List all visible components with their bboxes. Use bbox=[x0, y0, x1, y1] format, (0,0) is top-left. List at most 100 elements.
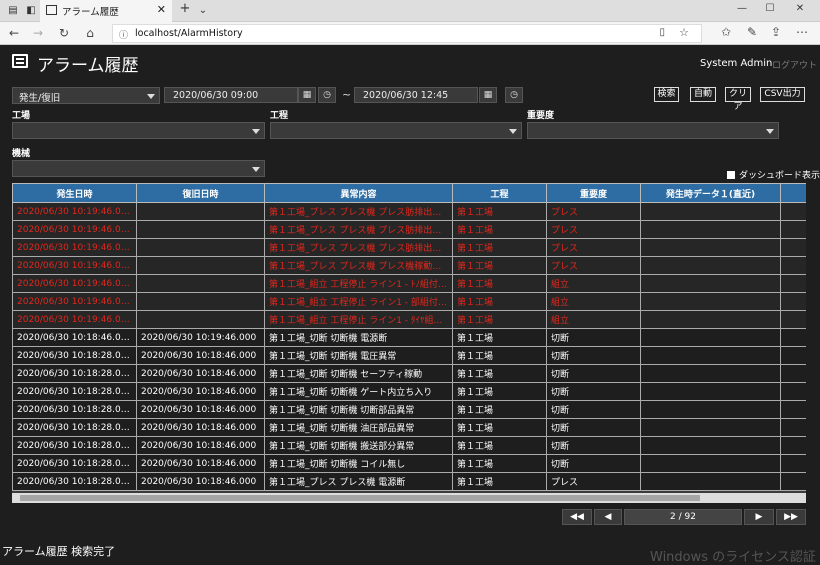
horizontal-scrollbar[interactable] bbox=[12, 493, 806, 503]
table-row[interactable]: 2020/06/30 10:19:46.000 第１工場_組立 工程停止 ライン1… bbox=[12, 310, 806, 329]
column-header[interactable]: 異常内容 bbox=[264, 183, 453, 203]
table-row[interactable]: 2020/06/30 10:18:28.000 2020/06/30 10:18:… bbox=[12, 364, 806, 383]
auto-button[interactable]: 自動 bbox=[690, 87, 716, 102]
maximize-icon[interactable]: ☐ bbox=[760, 3, 780, 14]
column-header[interactable]: 復旧日時 bbox=[136, 183, 265, 203]
table-row[interactable]: 2020/06/30 10:18:28.000 2020/06/30 10:18:… bbox=[12, 418, 806, 437]
status-text: アラーム履歴 検索完了 bbox=[2, 545, 116, 558]
date-from-value: 2020/06/30 09:00 bbox=[173, 90, 259, 101]
table-cell bbox=[640, 382, 781, 401]
csv-export-button[interactable]: CSV出力 bbox=[760, 87, 805, 102]
table-cell: 2020/06/30 10:18:46.000 bbox=[136, 418, 265, 437]
close-tab-icon[interactable]: ✕ bbox=[157, 3, 166, 16]
reading-view-icon[interactable]: ▯ bbox=[659, 27, 665, 38]
table-cell: 切断 bbox=[546, 400, 641, 419]
table-row[interactable]: 2020/06/30 10:19:46.000 第１工場_プレス プレス機 プレス… bbox=[12, 220, 806, 239]
table-cell: 2020/06/30 10:19:46.000 bbox=[12, 220, 137, 239]
table-row[interactable]: 2020/06/30 10:19:46.000 第１工場_組立 工程停止 ライン1… bbox=[12, 274, 806, 293]
minimize-icon[interactable]: — bbox=[732, 3, 752, 14]
table-row[interactable]: 2020/06/30 10:18:28.000 2020/06/30 10:18:… bbox=[12, 454, 806, 473]
table-row[interactable]: 2020/06/30 10:18:28.000 2020/06/30 10:18:… bbox=[12, 436, 806, 455]
table-cell: 第１工場_組立 工程停止 ライン1 - ﾀｲﾔ組… bbox=[264, 310, 453, 329]
home-icon[interactable]: ⌂ bbox=[82, 26, 98, 40]
table-cell: 第１工場_切断 切断機 ゲート内立ち入り bbox=[264, 382, 453, 401]
favorite-star-icon[interactable]: ☆ bbox=[679, 26, 689, 39]
table-row[interactable]: 2020/06/30 10:18:28.000 2020/06/30 10:18:… bbox=[12, 346, 806, 365]
table-row[interactable]: 2020/06/30 10:19:46.000 第１工場_プレス プレス機 プレス… bbox=[12, 202, 806, 221]
table-row[interactable]: 2020/06/30 10:19:46.000 第１工場_プレス プレス機 プレス… bbox=[12, 256, 806, 275]
table-cell bbox=[136, 310, 265, 329]
machine-select[interactable] bbox=[12, 160, 265, 177]
refresh-icon[interactable]: ↻ bbox=[56, 26, 72, 40]
calendar-icon[interactable]: ▦ bbox=[298, 87, 316, 103]
info-icon[interactable]: ⓘ bbox=[119, 28, 128, 41]
checkbox[interactable] bbox=[727, 171, 735, 179]
table-cell: 2020/06/30 10:18:46.000 bbox=[136, 436, 265, 455]
table-row[interactable]: 2020/06/30 10:19:46.000 第１工場_プレス プレス機 プレス… bbox=[12, 238, 806, 257]
favorites-icon[interactable]: ✩ bbox=[718, 25, 734, 39]
table-cell bbox=[640, 220, 781, 239]
range-separator: ~ bbox=[342, 88, 352, 101]
table-cell bbox=[640, 202, 781, 221]
table-cell bbox=[640, 364, 781, 383]
date-from-input[interactable]: 2020/06/30 09:00 bbox=[164, 87, 298, 103]
process-select[interactable] bbox=[270, 122, 522, 139]
table-cell: 第１工場 bbox=[452, 220, 547, 239]
event-type-select[interactable]: 発生/復旧 bbox=[12, 87, 160, 104]
table-cell-filler bbox=[780, 364, 806, 383]
alarm-history-grid: 発生日時 復旧日時 異常内容 工程 重要度 発生時データ１(直近) 2020/06/30 … bbox=[12, 183, 806, 503]
table-cell: 第１工場 bbox=[452, 418, 547, 437]
factory-select[interactable] bbox=[12, 122, 265, 139]
tab-list-chevron-icon[interactable]: ⌄ bbox=[196, 4, 210, 17]
dashboard-toggle[interactable]: ダッシュボード表示 bbox=[727, 168, 820, 181]
clear-button[interactable]: クリア bbox=[725, 87, 751, 112]
clock-icon[interactable]: ◷ bbox=[505, 87, 523, 103]
scrollbar-thumb[interactable] bbox=[20, 495, 700, 501]
table-row[interactable]: 2020/06/30 10:18:28.000 2020/06/30 10:18:… bbox=[12, 472, 806, 491]
table-cell-filler bbox=[780, 202, 806, 221]
table-cell: プレス bbox=[546, 472, 641, 491]
table-cell: 第１工場 bbox=[452, 454, 547, 473]
prev-page-button[interactable]: ◀ bbox=[594, 509, 622, 525]
table-row[interactable]: 2020/06/30 10:18:28.000 2020/06/30 10:18:… bbox=[12, 400, 806, 419]
date-to-input[interactable]: 2020/06/30 12:45 bbox=[354, 87, 478, 103]
more-icon[interactable]: ⋯ bbox=[794, 25, 810, 39]
calendar-icon[interactable]: ▦ bbox=[479, 87, 497, 103]
table-cell bbox=[640, 400, 781, 419]
logout-link[interactable]: ログアウト bbox=[772, 58, 817, 71]
table-cell: 切断 bbox=[546, 328, 641, 347]
share-icon[interactable]: ⇪ bbox=[768, 25, 784, 39]
event-type-value: 発生/復旧 bbox=[19, 93, 61, 104]
column-header[interactable]: 工程 bbox=[452, 183, 547, 203]
severity-select[interactable] bbox=[527, 122, 779, 139]
search-button[interactable]: 検索 bbox=[654, 87, 679, 102]
table-cell: 組立 bbox=[546, 274, 641, 293]
table-cell: プレス bbox=[546, 202, 641, 221]
set-aside-tabs-icon[interactable]: ▤ bbox=[6, 4, 20, 17]
new-tab-icon[interactable]: + bbox=[178, 2, 192, 15]
url-input[interactable]: ⓘ localhost/AlarmHistory ▯ ☆ bbox=[112, 24, 702, 43]
table-cell: 切断 bbox=[546, 364, 641, 383]
menu-icon[interactable] bbox=[12, 54, 28, 68]
clock-icon[interactable]: ◷ bbox=[318, 87, 336, 103]
back-tabs-icon[interactable]: ◧ bbox=[24, 4, 38, 17]
table-cell bbox=[640, 274, 781, 293]
last-page-button[interactable]: ▶▶ bbox=[776, 509, 806, 525]
table-cell bbox=[640, 454, 781, 473]
table-row[interactable]: 2020/06/30 10:19:46.000 第１工場_組立 工程停止 ライン1… bbox=[12, 292, 806, 311]
column-header[interactable]: 重要度 bbox=[546, 183, 641, 203]
column-header[interactable]: 発生時データ１(直近) bbox=[640, 183, 781, 203]
table-row[interactable]: 2020/06/30 10:18:46.000 2020/06/30 10:19:… bbox=[12, 328, 806, 347]
table-cell: 組立 bbox=[546, 310, 641, 329]
table-cell: 2020/06/30 10:19:46.000 bbox=[12, 202, 137, 221]
next-page-button[interactable]: ▶ bbox=[744, 509, 774, 525]
table-cell bbox=[640, 292, 781, 311]
column-header[interactable]: 発生日時 bbox=[12, 183, 137, 203]
close-window-icon[interactable]: ✕ bbox=[790, 3, 810, 14]
forward-icon[interactable]: → bbox=[30, 26, 46, 40]
browser-tab[interactable]: アラーム履歴 ✕ bbox=[40, 0, 172, 22]
table-row[interactable]: 2020/06/30 10:18:28.000 2020/06/30 10:18:… bbox=[12, 382, 806, 401]
first-page-button[interactable]: ◀◀ bbox=[562, 509, 592, 525]
back-icon[interactable]: ← bbox=[6, 26, 22, 40]
notes-icon[interactable]: ✎ bbox=[744, 25, 760, 39]
